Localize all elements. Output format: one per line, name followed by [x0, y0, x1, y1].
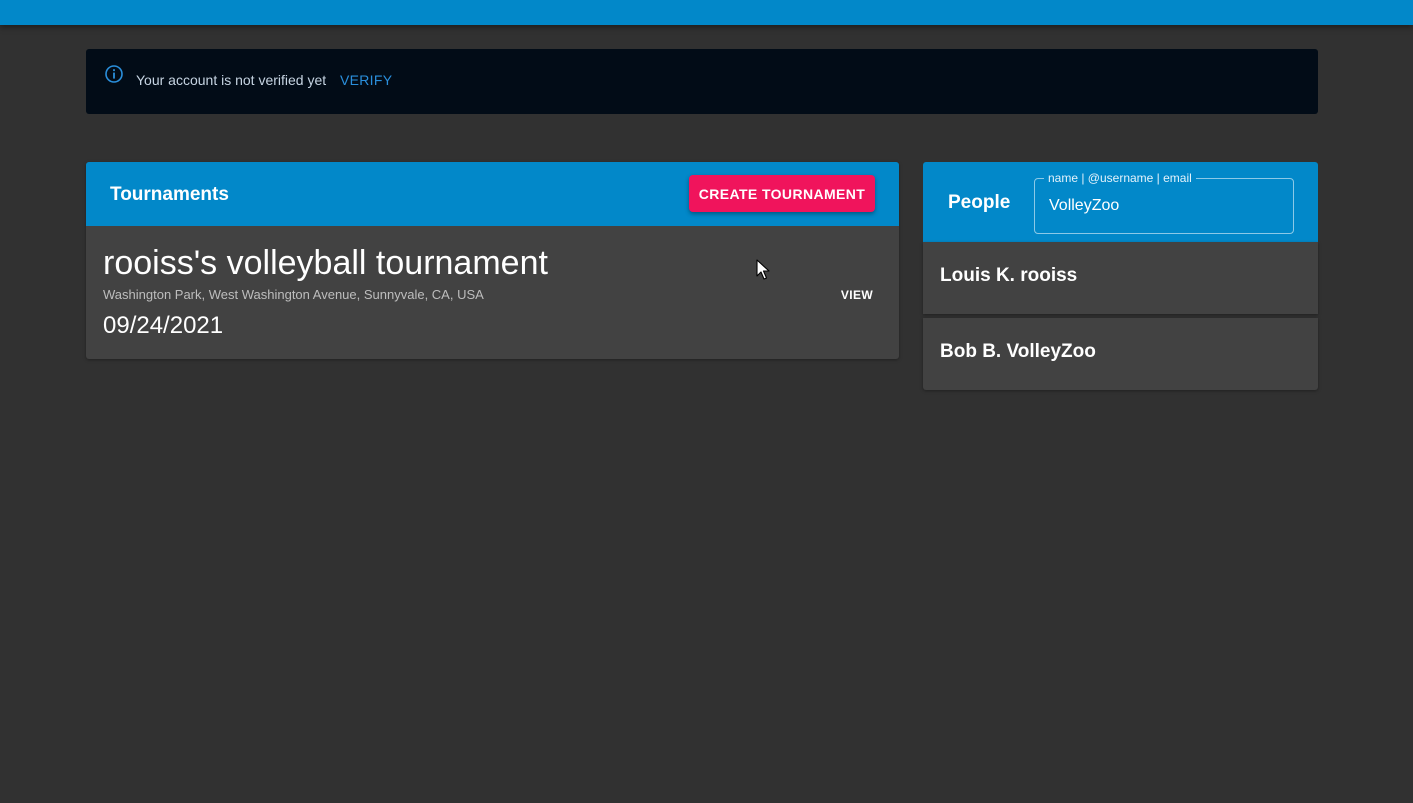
tournament-location: Washington Park, West Washington Avenue,…: [103, 287, 484, 302]
person-list-item[interactable]: Louis K. rooiss: [923, 242, 1318, 314]
person-name: Bob B. VolleyZoo: [940, 341, 1096, 362]
create-tournament-button[interactable]: CREATE TOURNAMENT: [689, 175, 875, 212]
people-title: People: [948, 192, 1011, 213]
people-search-input[interactable]: [1049, 194, 1279, 218]
people-header: People name | @username | email: [923, 162, 1318, 242]
verify-button[interactable]: VERIFY: [340, 72, 392, 88]
verification-alert: Your account is not verified yet VERIFY: [86, 49, 1318, 114]
alert-message: Your account is not verified yet: [136, 72, 327, 88]
info-icon: [105, 65, 123, 83]
person-name: Louis K. rooiss: [940, 265, 1078, 286]
tournaments-header: Tournaments CREATE TOURNAMENT: [86, 162, 899, 226]
tournament-date: 09/24/2021: [103, 312, 224, 339]
tournaments-title: Tournaments: [110, 184, 229, 205]
people-search-field[interactable]: name | @username | email: [1034, 171, 1294, 234]
tournament-name: rooiss's volleyball tournament: [103, 244, 548, 282]
view-tournament-button[interactable]: VIEW: [831, 284, 883, 306]
mouse-cursor-icon: [756, 259, 770, 280]
tournaments-card: Tournaments CREATE TOURNAMENT rooiss's v…: [86, 162, 899, 359]
people-search-label: name | @username | email: [1044, 171, 1196, 185]
app-bar: [0, 0, 1413, 25]
person-list-item[interactable]: Bob B. VolleyZoo: [923, 318, 1318, 390]
